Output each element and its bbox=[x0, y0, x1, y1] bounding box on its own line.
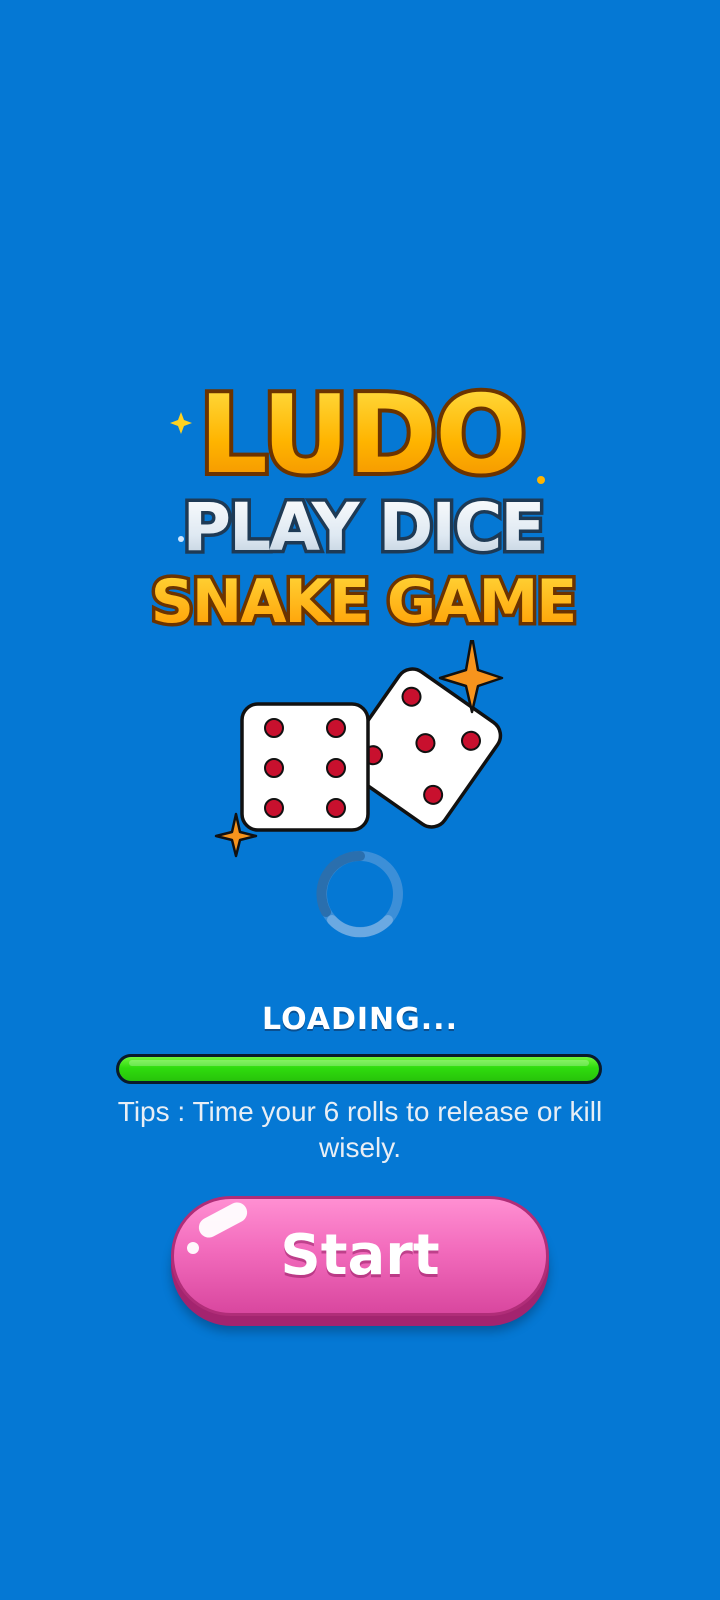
game-logo: LUDO PLAY DICE SNAKE GAME bbox=[0, 360, 720, 660]
tip-text: Tips : Time your 6 rolls to release or k… bbox=[117, 1096, 603, 1163]
loading-screen: LUDO PLAY DICE SNAKE GAME LOADING... Tip… bbox=[0, 0, 720, 1600]
start-button-label: Start bbox=[280, 1223, 440, 1288]
logo-line1: LUDO bbox=[199, 373, 525, 498]
loading-label: LOADING... bbox=[262, 1002, 458, 1037]
sparkle-dot-icon bbox=[537, 476, 545, 484]
sparkle-icon bbox=[170, 412, 192, 434]
loading-progress-fill bbox=[119, 1057, 599, 1081]
loading-progress-bar bbox=[116, 1054, 602, 1084]
dice-pair-icon bbox=[200, 634, 520, 860]
game-logo-art: LUDO PLAY DICE SNAKE GAME bbox=[147, 369, 581, 641]
logo-line2: PLAY DICE bbox=[183, 489, 544, 566]
logo-line3: SNAKE GAME bbox=[151, 567, 576, 637]
loading-spinner-icon bbox=[312, 846, 408, 942]
start-button[interactable]: Start bbox=[171, 1196, 549, 1326]
die-front-icon bbox=[240, 702, 370, 832]
